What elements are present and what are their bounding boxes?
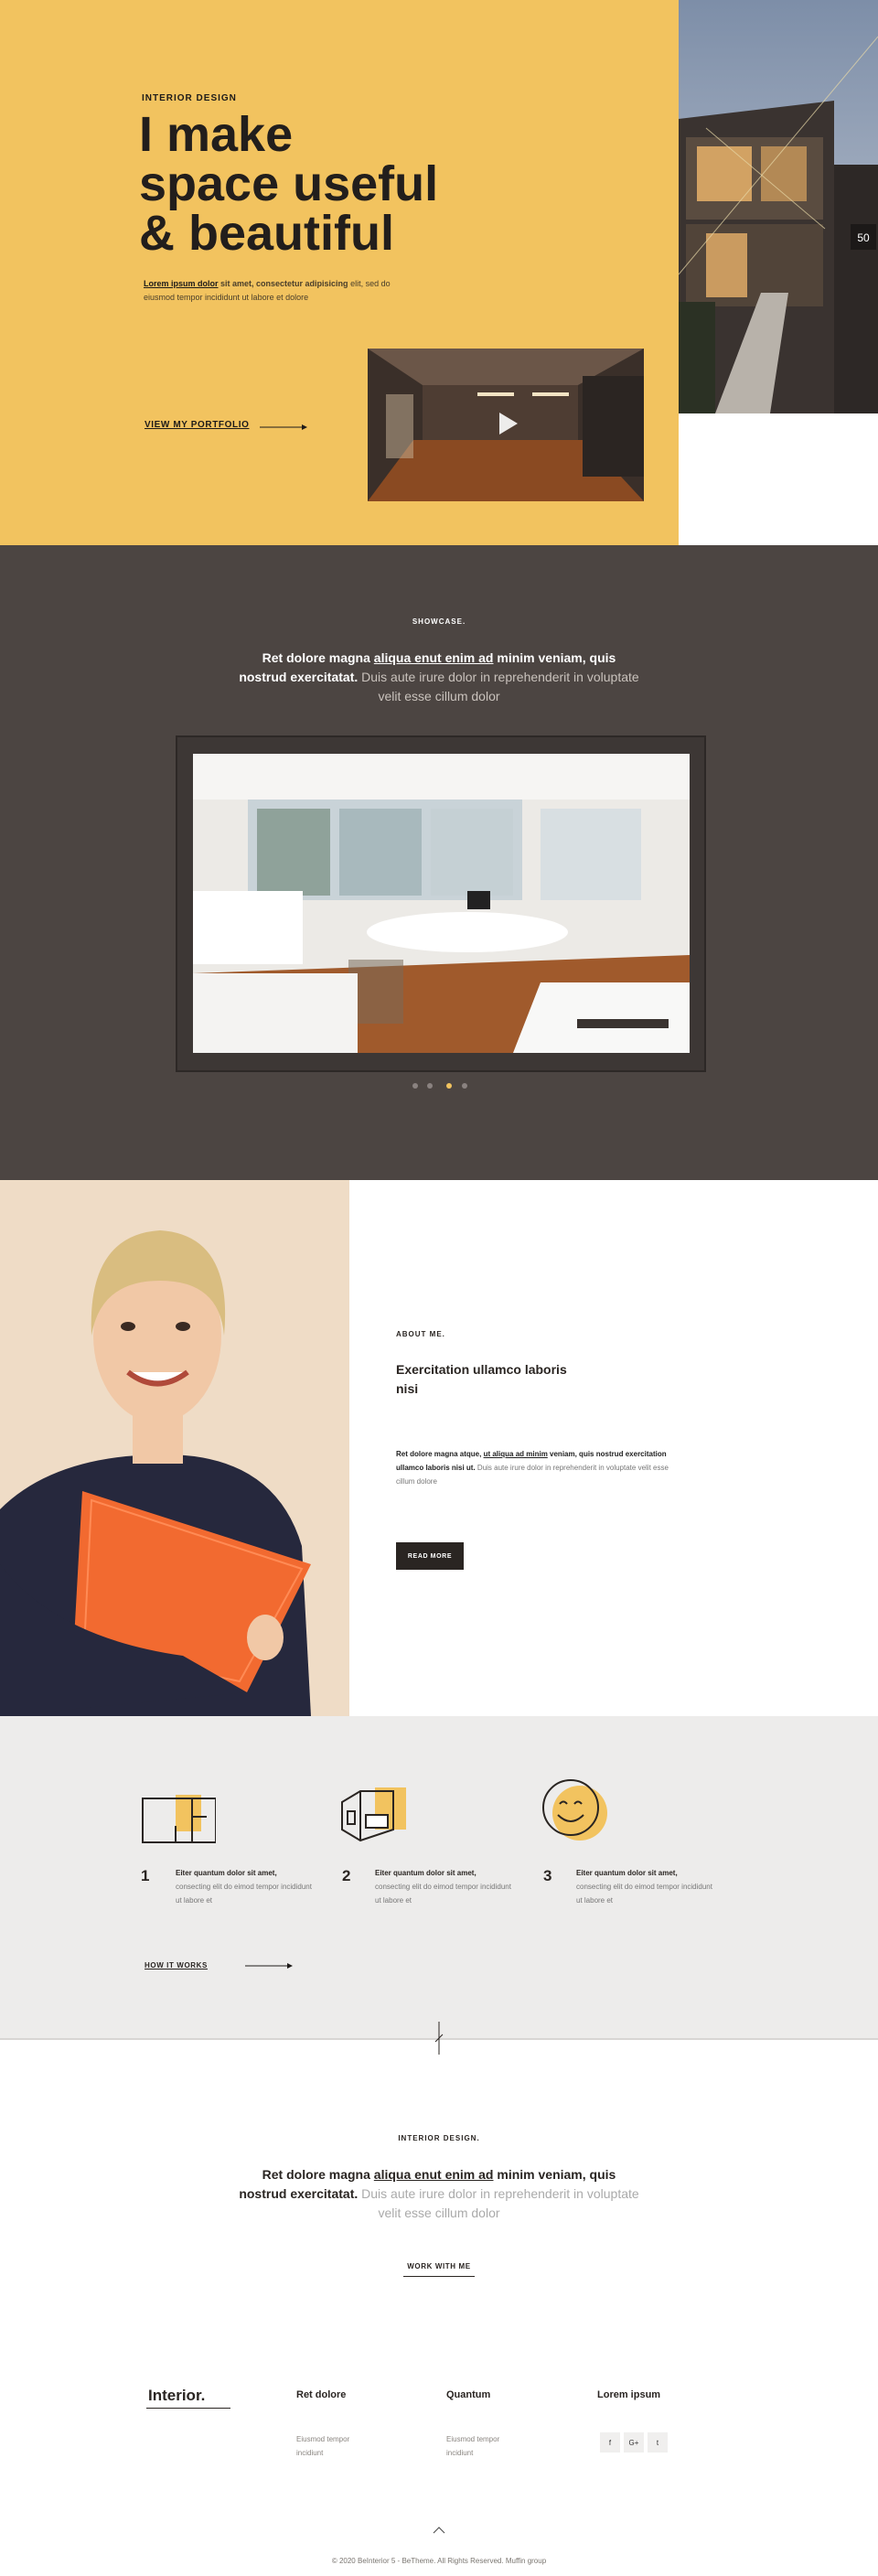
about-text-bold: Ret dolore magna atque, (396, 1450, 484, 1458)
cta-statement-strong-1: Ret dolore magna (262, 2167, 374, 2182)
hero-eyebrow: INTERIOR DESIGN (142, 93, 237, 103)
arrow-right-icon (260, 424, 307, 430)
footer-logo-underline (146, 2408, 230, 2409)
back-to-top-icon[interactable] (430, 2525, 448, 2536)
step-3-number: 3 (543, 1867, 552, 1884)
footer-col-2-link-2[interactable]: incidiunt (446, 2447, 473, 2460)
read-more-button[interactable]: READ MORE (396, 1542, 464, 1570)
step-3-title: Eiter quantum dolor sit amet, (576, 1869, 678, 1877)
hero-desc-highlight: Lorem ipsum dolor (144, 279, 219, 288)
footer-col-1-title: Ret dolore (296, 2389, 347, 2400)
footer-col-2-link-1[interactable]: Eiusmod tempor (446, 2433, 499, 2446)
footer-col-2-title: Quantum (446, 2389, 491, 2400)
google-plus-icon[interactable]: G+ (624, 2432, 644, 2453)
step-3-desc: consecting elit do eimod tempor incididu… (576, 1883, 712, 1905)
hero-title: I make space useful & beautiful (139, 110, 551, 258)
step-1-number: 1 (141, 1867, 150, 1884)
footer-col-3-title: Lorem ipsum (597, 2389, 661, 2400)
hero-description: Lorem ipsum dolor sit amet, consectetur … (144, 277, 391, 305)
about-portrait-photo (0, 1180, 349, 1716)
showcase-eyebrow: SHOWCASE. (412, 617, 466, 626)
about-text: Ret dolore magna atque, ut aliqua ad min… (396, 1447, 670, 1488)
hero-photo-sign: 50 (857, 231, 870, 244)
room-furniture-icon (341, 1787, 406, 1842)
showcase-slide-image[interactable] (193, 754, 690, 1053)
step-1-text: Eiter quantum dolor sit amet, consecting … (176, 1866, 313, 1907)
hero-title-line-1: I make (139, 107, 294, 162)
hero-title-line-3: & beautiful (139, 206, 394, 261)
work-with-me-button[interactable]: WORK WITH ME (0, 2262, 878, 2270)
about-eyebrow: ABOUT ME. (396, 1330, 445, 1338)
view-portfolio-link[interactable]: VIEW MY PORTFOLIO (145, 420, 249, 430)
cta-eyebrow: INTERIOR DESIGN. (398, 2134, 480, 2142)
floor-plan-icon (142, 1795, 216, 1843)
step-1-desc: consecting elit do eimod tempor incididu… (176, 1883, 312, 1905)
hero-desc-bold: sit amet, consectetur adipisicing (218, 279, 348, 288)
facebook-icon[interactable]: f (600, 2432, 620, 2453)
footer-col-1-link-2[interactable]: incidiunt (296, 2447, 323, 2460)
step-2-text: Eiter quantum dolor sit amet, consecting … (375, 1866, 512, 1907)
hero-house-photo: 50 (679, 0, 878, 413)
step-2-title: Eiter quantum dolor sit amet, (375, 1869, 476, 1877)
slider-dot-3[interactable] (446, 1083, 452, 1089)
footer-col-1-link-1[interactable]: Eiusmod tempor (296, 2433, 349, 2446)
cta-statement-link[interactable]: aliqua enut enim ad (374, 2167, 494, 2182)
about-title: Exercitation ullamco laboris nisi (396, 1362, 567, 1396)
footer-logo[interactable]: Interior. (148, 2387, 205, 2405)
cta-underline (403, 2276, 475, 2277)
hero-title-line-2: space useful (139, 156, 439, 211)
smiley-icon (542, 1779, 607, 1841)
copyright-text: © 2020 BeInterior 5 - BeTheme. All Right… (331, 2557, 547, 2565)
step-3-text: Eiter quantum dolor sit amet, consecting … (576, 1866, 713, 1907)
step-2-desc: consecting elit do eimod tempor incididu… (375, 1883, 511, 1905)
scroll-line-icon (434, 2022, 444, 2055)
cta-statement-muted: Duis aute irure dolor in reprehenderit i… (358, 2186, 639, 2220)
showcase-statement-strong-1: Ret dolore magna (262, 650, 374, 665)
about-text-link[interactable]: ut aliqua ad minim (484, 1450, 548, 1458)
twitter-icon[interactable]: t (648, 2432, 668, 2453)
showcase-statement: Ret dolore magna aliqua enut enim ad min… (238, 649, 640, 706)
slider-dot-2[interactable] (427, 1083, 433, 1089)
step-1-title: Eiter quantum dolor sit amet, (176, 1869, 277, 1877)
arrow-right-icon (245, 1963, 293, 1969)
how-it-works-link[interactable]: HOW IT WORKS (145, 1961, 208, 1970)
hero-video-thumbnail[interactable] (368, 349, 644, 501)
showcase-statement-muted: Duis aute irure dolor in reprehenderit i… (358, 670, 639, 703)
slider-dot-4[interactable] (462, 1083, 467, 1089)
cta-statement: Ret dolore magna aliqua enut enim ad min… (238, 2165, 640, 2223)
slider-dot-1[interactable] (412, 1083, 418, 1089)
showcase-statement-link[interactable]: aliqua enut enim ad (374, 650, 494, 665)
step-2-number: 2 (342, 1867, 351, 1884)
